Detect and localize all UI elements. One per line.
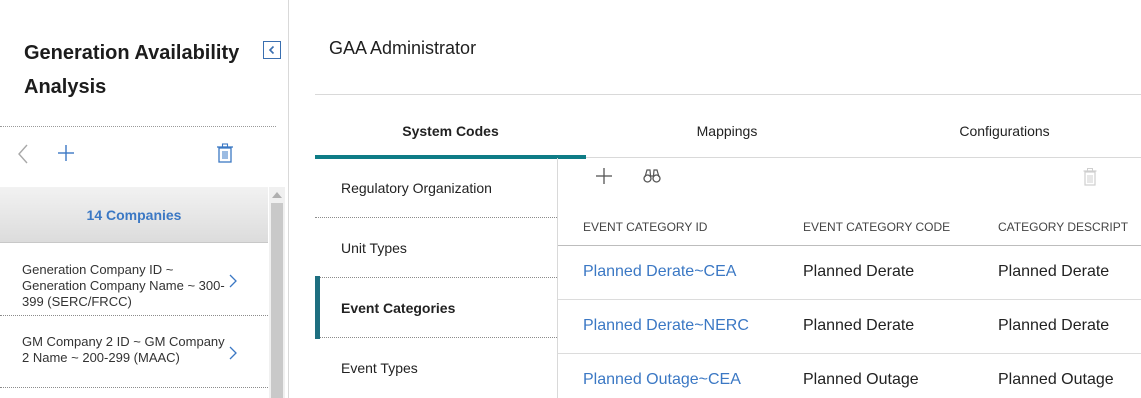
- tab-bar: System Codes Mappings Configurations: [315, 104, 1141, 159]
- category-item-event-types[interactable]: Event Types: [315, 338, 557, 398]
- chevron-left-icon: [268, 45, 275, 55]
- binoculars-icon[interactable]: [643, 168, 661, 184]
- category-item-regulatory-organization[interactable]: Regulatory Organization: [315, 158, 557, 218]
- category-item-event-categories[interactable]: Event Categories: [315, 276, 557, 339]
- tab-system-codes[interactable]: System Codes: [315, 104, 586, 159]
- chevron-right-icon: [229, 346, 237, 360]
- category-item-label: Regulatory Organization: [341, 179, 492, 196]
- add-icon[interactable]: [56, 143, 76, 163]
- company-list-item[interactable]: Generation Company ID ~ Generation Compa…: [0, 244, 268, 316]
- sidebar-toolbar: [0, 135, 289, 175]
- collapse-panel-button[interactable]: [263, 41, 281, 59]
- company-list: Generation Company ID ~ Generation Compa…: [0, 244, 268, 388]
- table-cell: Planned Outage: [998, 371, 1114, 388]
- table-cell: Planned Outage: [803, 371, 919, 388]
- event-category-id-link[interactable]: Planned Derate~NERC: [583, 317, 749, 335]
- company-item-label: Generation Company ID ~ Generation Compa…: [22, 262, 225, 309]
- trash-icon[interactable]: [1083, 168, 1097, 186]
- category-item-label: Event Types: [341, 360, 418, 376]
- company-item-label: GM Company 2 ID ~ GM Company 2 Name ~ 20…: [22, 334, 225, 365]
- back-icon[interactable]: [14, 141, 32, 167]
- category-list: Regulatory Organization Unit Types Event…: [315, 158, 557, 398]
- event-category-id-link[interactable]: Planned Outage~CEA: [583, 371, 741, 389]
- table-row[interactable]: Planned Derate~NERC Planned Derate Plann…: [558, 300, 1141, 354]
- column-header-event-category-code[interactable]: EVENT CATEGORY CODE: [803, 220, 950, 234]
- chevron-right-icon: [229, 274, 237, 288]
- column-header-category-description[interactable]: CATEGORY DESCRIPT: [998, 220, 1128, 234]
- event-category-id-link[interactable]: Planned Derate~CEA: [583, 263, 736, 281]
- scrollbar-thumb[interactable]: [271, 203, 283, 398]
- left-panel: Generation Availability Analysis 14 Comp…: [0, 0, 289, 398]
- companies-count-header[interactable]: 14 Companies: [0, 187, 268, 243]
- sidebar-scrollbar[interactable]: [269, 187, 285, 398]
- divider: [0, 126, 276, 127]
- table-cell: Planned Derate: [998, 263, 1110, 280]
- category-item-label: Event Categories: [341, 299, 456, 316]
- add-icon[interactable]: [595, 167, 613, 185]
- grid-toolbar: [558, 160, 1141, 200]
- column-header-event-category-id[interactable]: EVENT CATEGORY ID: [583, 220, 707, 234]
- app-title: Generation Availability Analysis: [24, 42, 240, 98]
- tab-mappings[interactable]: Mappings: [586, 104, 868, 157]
- table-cell: Planned Derate: [803, 263, 915, 280]
- table-row[interactable]: Planned Derate~CEA Planned Derate Planne…: [558, 246, 1141, 300]
- company-list-item[interactable]: GM Company 2 ID ~ GM Company 2 Name ~ 20…: [0, 316, 268, 388]
- page-title: GAA Administrator: [329, 38, 477, 58]
- table-cell: Planned Derate: [803, 317, 915, 334]
- table-row[interactable]: Planned Outage~CEA Planned Outage Planne…: [558, 354, 1141, 398]
- grid-header: EVENT CATEGORY ID EVENT CATEGORY CODE CA…: [558, 206, 1141, 246]
- trash-icon[interactable]: [216, 143, 234, 163]
- event-categories-grid: EVENT CATEGORY ID EVENT CATEGORY CODE CA…: [558, 206, 1141, 398]
- scroll-up-arrow-icon[interactable]: [272, 192, 282, 198]
- divider: [315, 94, 1141, 95]
- category-item-label: Unit Types: [341, 239, 407, 256]
- category-item-unit-types[interactable]: Unit Types: [315, 218, 557, 278]
- table-cell: Planned Derate: [998, 317, 1110, 334]
- tab-configurations[interactable]: Configurations: [868, 104, 1141, 157]
